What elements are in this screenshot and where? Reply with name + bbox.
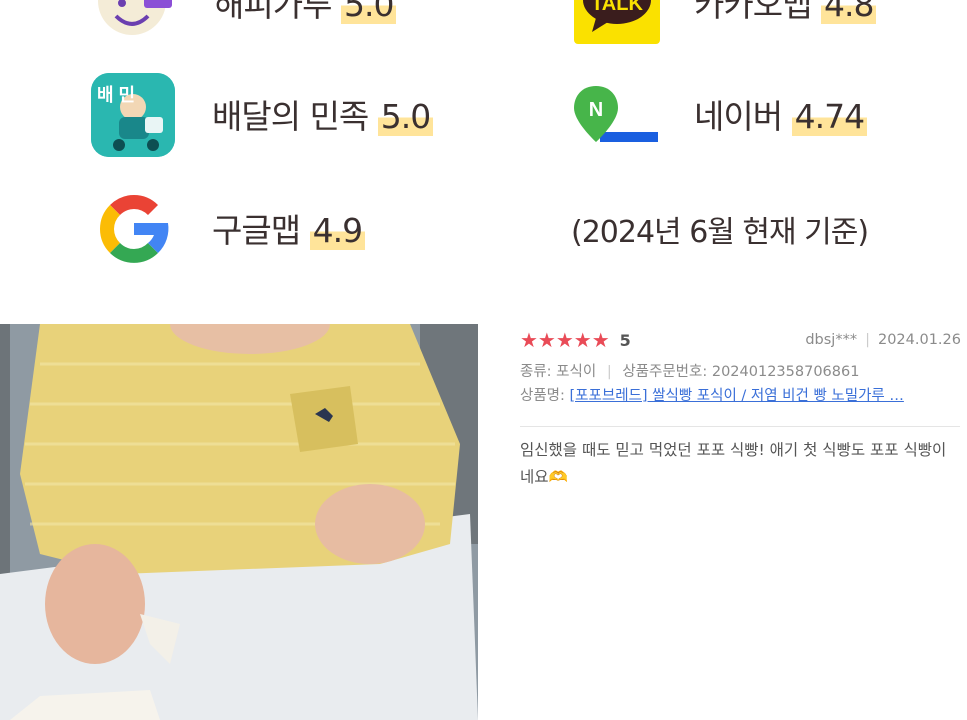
rating-row-baemin: 배달의 민족 5.0: [212, 90, 434, 138]
app-name: 네이버: [694, 97, 783, 136]
happy-face-icon: [98, 0, 172, 35]
app-score: 4.8: [820, 0, 877, 24]
meta-separator: |: [606, 364, 612, 380]
review-panel: ★★★★★ 5 dbsj*** | 2024.01.26 종류: 포식이 | 상…: [520, 326, 967, 491]
review-date: 2024.01.26: [877, 332, 961, 348]
baemin-icon-text: 배 민: [97, 85, 135, 105]
app-score: 5.0: [340, 0, 397, 24]
review-header: ★★★★★ 5 dbsj*** | 2024.01.26: [520, 326, 967, 354]
review-text: 임신했을 때도 믿고 먹었던 포포 식빵! 애기 첫 식빵도 포포 식빵이네요🫶: [520, 441, 947, 486]
date-note: (2024년 6월 현재 기준): [571, 215, 869, 250]
rating-row-happy: 해피가루 5.0: [214, 0, 397, 26]
app-score: 4.9: [309, 211, 366, 250]
divider: [520, 426, 960, 427]
google-g-icon: [92, 187, 176, 275]
app-name: 구글맵: [212, 211, 301, 250]
app-name: 해피가루: [214, 0, 332, 24]
category-label: 종류: 포식이: [520, 364, 597, 380]
kakao-icon-text: TALK: [591, 0, 643, 15]
product-label: 상품명:: [520, 388, 570, 404]
rating-row-naver: 네이버 4.74: [694, 90, 868, 138]
order-info: 종류: 포식이 | 상품주문번호: 2024012358706861: [520, 360, 967, 384]
baemin-icon: 배 민: [91, 73, 175, 157]
naver-map-icon: N: [572, 82, 662, 152]
order-number: 상품주문번호: 2024012358706861: [622, 364, 860, 380]
rating-row-google: 구글맵 4.9: [212, 204, 366, 252]
review-user: dbsj***: [805, 332, 858, 348]
product-info: 상품명: [포포브레드] 쌀식빵 포식이 / 저염 비건 빵 노밀가루 …: [520, 384, 950, 408]
app-name: 배달의 민족: [212, 97, 369, 136]
kakao-talk-icon: TALK: [574, 0, 660, 44]
happy-app-icon-wrap: [94, 0, 174, 44]
product-link[interactable]: [포포브레드] 쌀식빵 포식이 / 저염 비건 빵 노밀가루 …: [570, 388, 904, 404]
meta-separator: |: [865, 332, 870, 348]
review-photo[interactable]: [0, 324, 478, 720]
app-score: 4.74: [791, 97, 868, 136]
rating-row-kakao: 카카오맵 4.8: [694, 0, 877, 26]
naver-icon-text: N: [589, 99, 603, 121]
star-rating-icon: ★★★★★: [520, 328, 610, 352]
app-score: 5.0: [377, 97, 434, 136]
rating-value: 5: [619, 330, 631, 350]
app-name: 카카오맵: [694, 0, 812, 24]
